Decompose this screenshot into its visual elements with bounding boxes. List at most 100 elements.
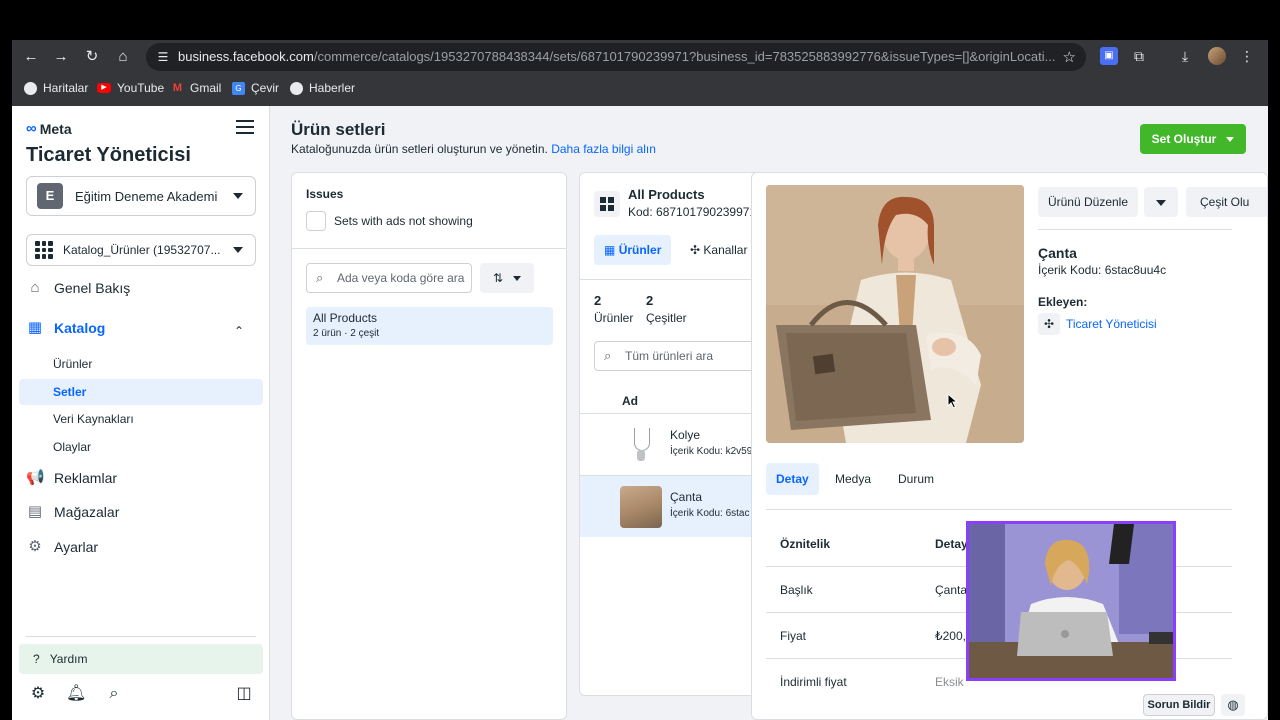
- bell-icon[interactable]: 🔔︎: [66, 684, 86, 704]
- bookmark-cevir[interactable]: G Çevir: [232, 78, 279, 98]
- nav-settings[interactable]: ⚙ Ayarlar: [26, 535, 98, 559]
- col-detail: Detay: [935, 537, 968, 551]
- edit-product-button[interactable]: Ürünü Düzenle: [1038, 187, 1138, 217]
- stat-products: 2 Ürünler: [594, 293, 633, 325]
- account-avatar: E: [37, 183, 63, 209]
- forward-icon[interactable]: →: [50, 46, 72, 68]
- globe-icon: [24, 81, 37, 95]
- tab-channels[interactable]: ✣ Kanallar: [690, 235, 747, 265]
- catalog-name: Katalog_Ürünler (19532707...: [63, 243, 221, 257]
- megaphone-icon: 📢: [26, 469, 45, 486]
- tab-label: Ürünler: [618, 243, 662, 257]
- catalog-grid-icon: [35, 241, 53, 259]
- profile-avatar[interactable]: [1208, 47, 1226, 65]
- webcam-overlay: [966, 521, 1176, 681]
- chevron-up-icon[interactable]: ⌃: [234, 324, 244, 338]
- catalog-grid-icon: ▦: [27, 319, 43, 336]
- extension-icon[interactable]: ▣: [1100, 47, 1118, 65]
- bookmark-gmail[interactable]: M Gmail: [171, 78, 221, 98]
- reload-icon[interactable]: ↻: [81, 46, 103, 68]
- store-icon: ▤: [27, 503, 43, 520]
- divider: [766, 509, 1232, 510]
- added-by-link[interactable]: ✣ Ticaret Yöneticisi: [1038, 313, 1157, 335]
- bookmark-label: Haritalar: [43, 81, 89, 95]
- issues-heading: Issues: [306, 187, 344, 201]
- help-button[interactable]: ? Yardım: [19, 644, 263, 674]
- products-search-input[interactable]: ⌕ Tüm ürünleri ara: [594, 341, 755, 371]
- nav-sub-events[interactable]: Olaylar: [19, 434, 263, 460]
- create-set-label: Set Oluştur: [1151, 132, 1217, 146]
- youtube-icon: ▶: [97, 83, 111, 93]
- bookmark-haberler[interactable]: Haberler: [290, 78, 355, 98]
- commerce-manager-icon: ✣: [1038, 313, 1060, 335]
- set-list-item[interactable]: All Products 2 ürün · 2 çeşit: [306, 307, 553, 345]
- account-selector[interactable]: E Eğitim Deneme Akademi: [26, 176, 256, 216]
- bookmark-haritalar[interactable]: Haritalar: [24, 78, 88, 98]
- edit-dropdown-button[interactable]: [1144, 187, 1178, 217]
- help-label: Yardım: [49, 652, 88, 666]
- table-row[interactable]: Çanta İçerik Kodu: 6stac: [580, 475, 755, 537]
- nav-label: Genel Bakış: [54, 280, 131, 296]
- nav-catalog[interactable]: ▦ Katalog: [26, 316, 105, 340]
- bag-thumbnail: [620, 486, 662, 528]
- report-problem-button[interactable]: Sorun Bildir: [1143, 694, 1215, 716]
- sort-button[interactable]: ⇅: [480, 263, 534, 293]
- stat-label: Çeşitler: [646, 311, 687, 325]
- sets-search-input[interactable]: ⌕ Ada veya koda göre ara: [306, 263, 472, 293]
- more-menu-icon[interactable]: ⋮: [1238, 47, 1256, 65]
- hamburger-menu-icon[interactable]: [236, 120, 254, 136]
- learn-more-link[interactable]: Daha fazla bilgi alın: [551, 142, 656, 156]
- create-set-button[interactable]: Set Oluştur: [1140, 124, 1246, 154]
- bookmark-youtube[interactable]: ▶ YouTube: [97, 78, 164, 98]
- search-icon[interactable]: ⌕: [104, 684, 124, 704]
- table-row[interactable]: Kolye İçerik Kodu: k2v59: [580, 413, 755, 475]
- subtitle-text: Kataloğunuzda ürün setleri oluşturun ve …: [291, 142, 548, 156]
- necklace-thumbnail: [620, 424, 662, 466]
- product-code: İçerik Kodu: 6stac8uu4c: [1038, 263, 1167, 277]
- globe-icon[interactable]: ◍: [1221, 694, 1245, 716]
- attr-value: Çanta: [935, 583, 968, 597]
- added-by-label: Ekleyen:: [1038, 295, 1088, 309]
- globe-icon: [290, 81, 303, 95]
- gear-icon[interactable]: ⚙: [28, 684, 48, 704]
- tab-detail[interactable]: Detay: [766, 463, 819, 495]
- chevron-down-icon: [233, 193, 243, 199]
- site-info-icon[interactable]: ☰: [154, 48, 172, 66]
- extensions-puzzle-icon[interactable]: ⧉: [1130, 47, 1148, 65]
- download-icon[interactable]: ⤓: [1176, 47, 1194, 65]
- nav-ads[interactable]: 📢 Reklamlar: [26, 466, 117, 490]
- back-icon[interactable]: ←: [20, 46, 42, 68]
- page-title: Ürün setleri: [291, 120, 386, 139]
- catalog-selector[interactable]: Katalog_Ürünler (19532707...: [26, 234, 256, 266]
- url-host: business.facebook.com: [178, 49, 314, 64]
- nav-overview[interactable]: ⌂ Genel Bakış: [26, 276, 130, 300]
- product-name: Çanta: [670, 490, 703, 504]
- meta-logo: ∞ Meta: [26, 120, 72, 137]
- bookmark-label: Haberler: [309, 81, 356, 95]
- url-text[interactable]: business.facebook.com/commerce/catalogs/…: [178, 49, 1058, 64]
- search-icon: ⌕: [316, 270, 324, 285]
- tab-products[interactable]: ▦ Ürünler: [594, 235, 672, 265]
- tab-label: Kanallar: [703, 243, 748, 257]
- nav-sub-sets[interactable]: Setler: [19, 379, 263, 405]
- app-title: Ticaret Yöneticisi: [26, 144, 191, 166]
- bookmark-label: Gmail: [190, 81, 222, 95]
- panel-toggle-icon[interactable]: ◫: [234, 684, 254, 704]
- tab-media[interactable]: Medya: [825, 463, 881, 495]
- home-icon[interactable]: ⌂: [112, 46, 134, 68]
- ads-not-showing-checkbox[interactable]: [306, 211, 326, 231]
- home-icon: ⌂: [30, 279, 40, 296]
- nav-sub-data-sources[interactable]: Veri Kaynakları: [19, 406, 263, 432]
- address-bar[interactable]: ☰ business.facebook.com/commerce/catalog…: [146, 43, 1086, 71]
- bookmark-star-icon[interactable]: ☆: [1063, 48, 1076, 66]
- tab-status[interactable]: Durum: [888, 463, 944, 495]
- nav-sub-products[interactable]: Ürünler: [19, 351, 263, 377]
- bookmark-label: YouTube: [117, 81, 165, 95]
- nav-shops[interactable]: ▤ Mağazalar: [26, 500, 119, 524]
- create-variant-button[interactable]: Çeşit Olu: [1186, 187, 1267, 217]
- translate-icon: G: [232, 81, 245, 95]
- divider: [580, 279, 755, 280]
- question-icon: ?: [33, 652, 40, 666]
- page-subtitle: Kataloğunuzda ürün setleri oluşturun ve …: [291, 142, 656, 156]
- attr-name: Başlık: [780, 583, 813, 597]
